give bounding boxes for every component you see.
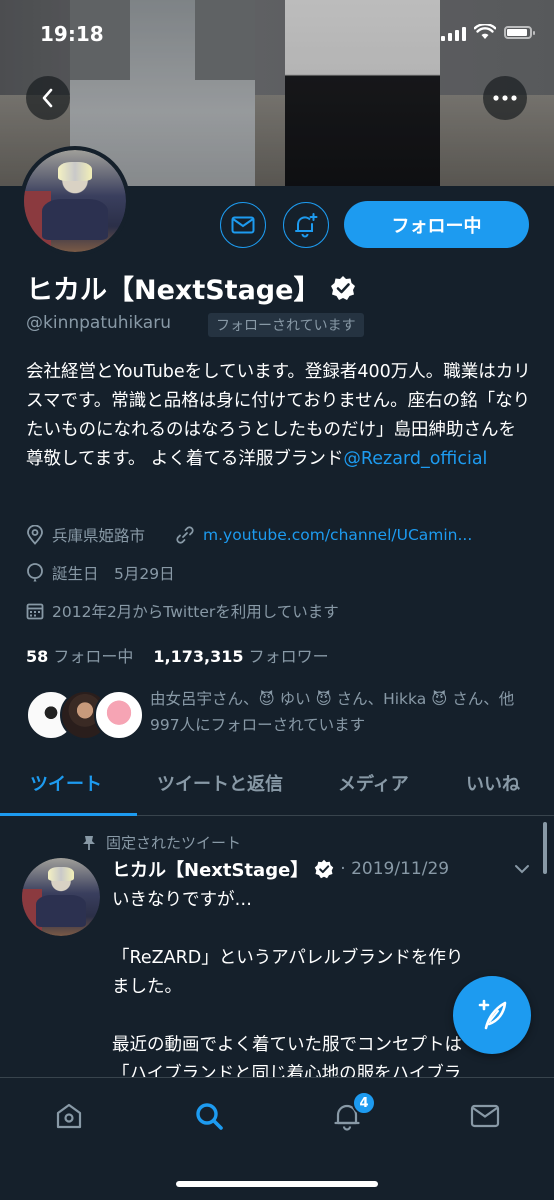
calendar-icon bbox=[26, 603, 44, 620]
cellular-signal-icon bbox=[441, 27, 466, 41]
tweet-author-avatar[interactable] bbox=[22, 858, 100, 936]
active-tab-indicator bbox=[0, 813, 137, 816]
following-button[interactable]: フォロー中 bbox=[344, 201, 529, 248]
tweet-author-name[interactable]: ヒカル【NextStage】 bbox=[112, 856, 308, 882]
balloon-icon bbox=[27, 563, 43, 582]
following-label: フォロー中 bbox=[53, 647, 134, 666]
profile-handle: @kinnpatuhikaru bbox=[26, 313, 171, 333]
following-count: 58 bbox=[26, 647, 49, 666]
profile-website-link[interactable]: m.youtube.com/channel/UCamin... bbox=[203, 526, 472, 544]
chevron-left-icon bbox=[42, 88, 53, 108]
followers-label: フォロワー bbox=[248, 647, 329, 666]
nav-search[interactable] bbox=[191, 1098, 227, 1134]
tab-media[interactable]: メディア bbox=[338, 770, 409, 796]
status-time: 19:18 bbox=[40, 22, 104, 46]
tweet-line: 「ReZARD」というアパレルブランドを作り bbox=[112, 948, 464, 968]
follows-you-badge: フォローされています bbox=[208, 313, 364, 337]
bio-mention-link[interactable]: @Rezard_official bbox=[343, 449, 487, 469]
tweet-line bbox=[112, 915, 532, 944]
follower-avatars bbox=[26, 690, 144, 742]
link-icon bbox=[176, 526, 194, 544]
battery-icon bbox=[504, 26, 535, 39]
verified-badge-icon bbox=[315, 859, 334, 879]
notification-badge: 4 bbox=[352, 1091, 376, 1115]
profile-joined: 2012年2月からTwitterを利用しています bbox=[52, 603, 339, 621]
following-count-link[interactable]: 58 フォロー中 bbox=[26, 643, 133, 667]
profile-tabs: ツイート ツイートと返信 メディア いいね bbox=[0, 760, 554, 816]
profile-joined-row: 2012年2月からTwitterを利用しています bbox=[26, 600, 339, 622]
scrollbar[interactable] bbox=[543, 822, 547, 874]
envelope-icon bbox=[470, 1104, 500, 1128]
more-options-button[interactable] bbox=[483, 76, 527, 120]
tweet-line: いきなりですが… bbox=[112, 890, 252, 910]
wifi-icon bbox=[474, 24, 496, 39]
search-icon bbox=[196, 1103, 223, 1130]
compose-tweet-button[interactable] bbox=[453, 976, 531, 1054]
followers-count-link[interactable]: 1,173,315 フォロワー bbox=[153, 643, 328, 667]
envelope-icon bbox=[231, 216, 255, 234]
location-pin-icon bbox=[27, 525, 43, 545]
message-button[interactable] bbox=[220, 202, 266, 248]
bell-plus-icon bbox=[295, 213, 318, 238]
profile-avatar[interactable] bbox=[20, 146, 130, 256]
home-icon bbox=[56, 1103, 82, 1129]
profile-birthday-row: 誕生日 5月29日 bbox=[26, 562, 175, 584]
profile-name: ヒカル【NextStage】 bbox=[26, 275, 321, 306]
follower-avatar bbox=[94, 690, 144, 740]
pinned-text: 固定されたツイート bbox=[106, 834, 242, 852]
feather-plus-icon bbox=[478, 999, 507, 1030]
nav-home[interactable] bbox=[51, 1098, 87, 1134]
chevron-down-icon[interactable] bbox=[512, 862, 532, 876]
verified-badge-icon bbox=[331, 275, 356, 300]
tab-tweets-replies[interactable]: ツイートと返信 bbox=[157, 770, 283, 796]
tweet-date: · 2019/11/29 bbox=[340, 859, 450, 879]
tweet-header: ヒカル【NextStage】 · 2019/11/29 bbox=[112, 856, 449, 882]
pinned-tweet-label: 固定されたツイート bbox=[82, 832, 241, 853]
pin-icon bbox=[83, 835, 95, 850]
nav-messages[interactable] bbox=[467, 1098, 503, 1134]
tab-tweets[interactable]: ツイート bbox=[30, 770, 102, 796]
followers-count: 1,173,315 bbox=[153, 647, 244, 666]
back-button[interactable] bbox=[26, 76, 70, 120]
profile-location-row: 兵庫県姫路市 m.youtube.com/channel/UCamin... bbox=[26, 524, 472, 546]
home-indicator[interactable] bbox=[176, 1181, 378, 1187]
tab-likes[interactable]: いいね bbox=[466, 770, 520, 796]
follow-counts: 58 フォロー中 1,173,315 フォロワー bbox=[26, 643, 329, 667]
profile-bio: 会社経営とYouTubeをしています。登録者400万人。職業はカリスマです。常識… bbox=[26, 358, 531, 474]
known-followers-text: 由女呂宇さん、😈 ゆい 😈 さん、Hikka 😈 さん、他997人にフォローされ… bbox=[150, 690, 515, 734]
status-bar: 19:18 bbox=[0, 0, 554, 60]
more-dots-icon bbox=[493, 95, 517, 101]
profile-name-row: ヒカル【NextStage】 bbox=[26, 268, 356, 307]
profile-location: 兵庫県姫路市 bbox=[52, 527, 146, 545]
notify-button[interactable] bbox=[283, 202, 329, 248]
profile-birthday: 誕生日 5月29日 bbox=[52, 565, 175, 583]
